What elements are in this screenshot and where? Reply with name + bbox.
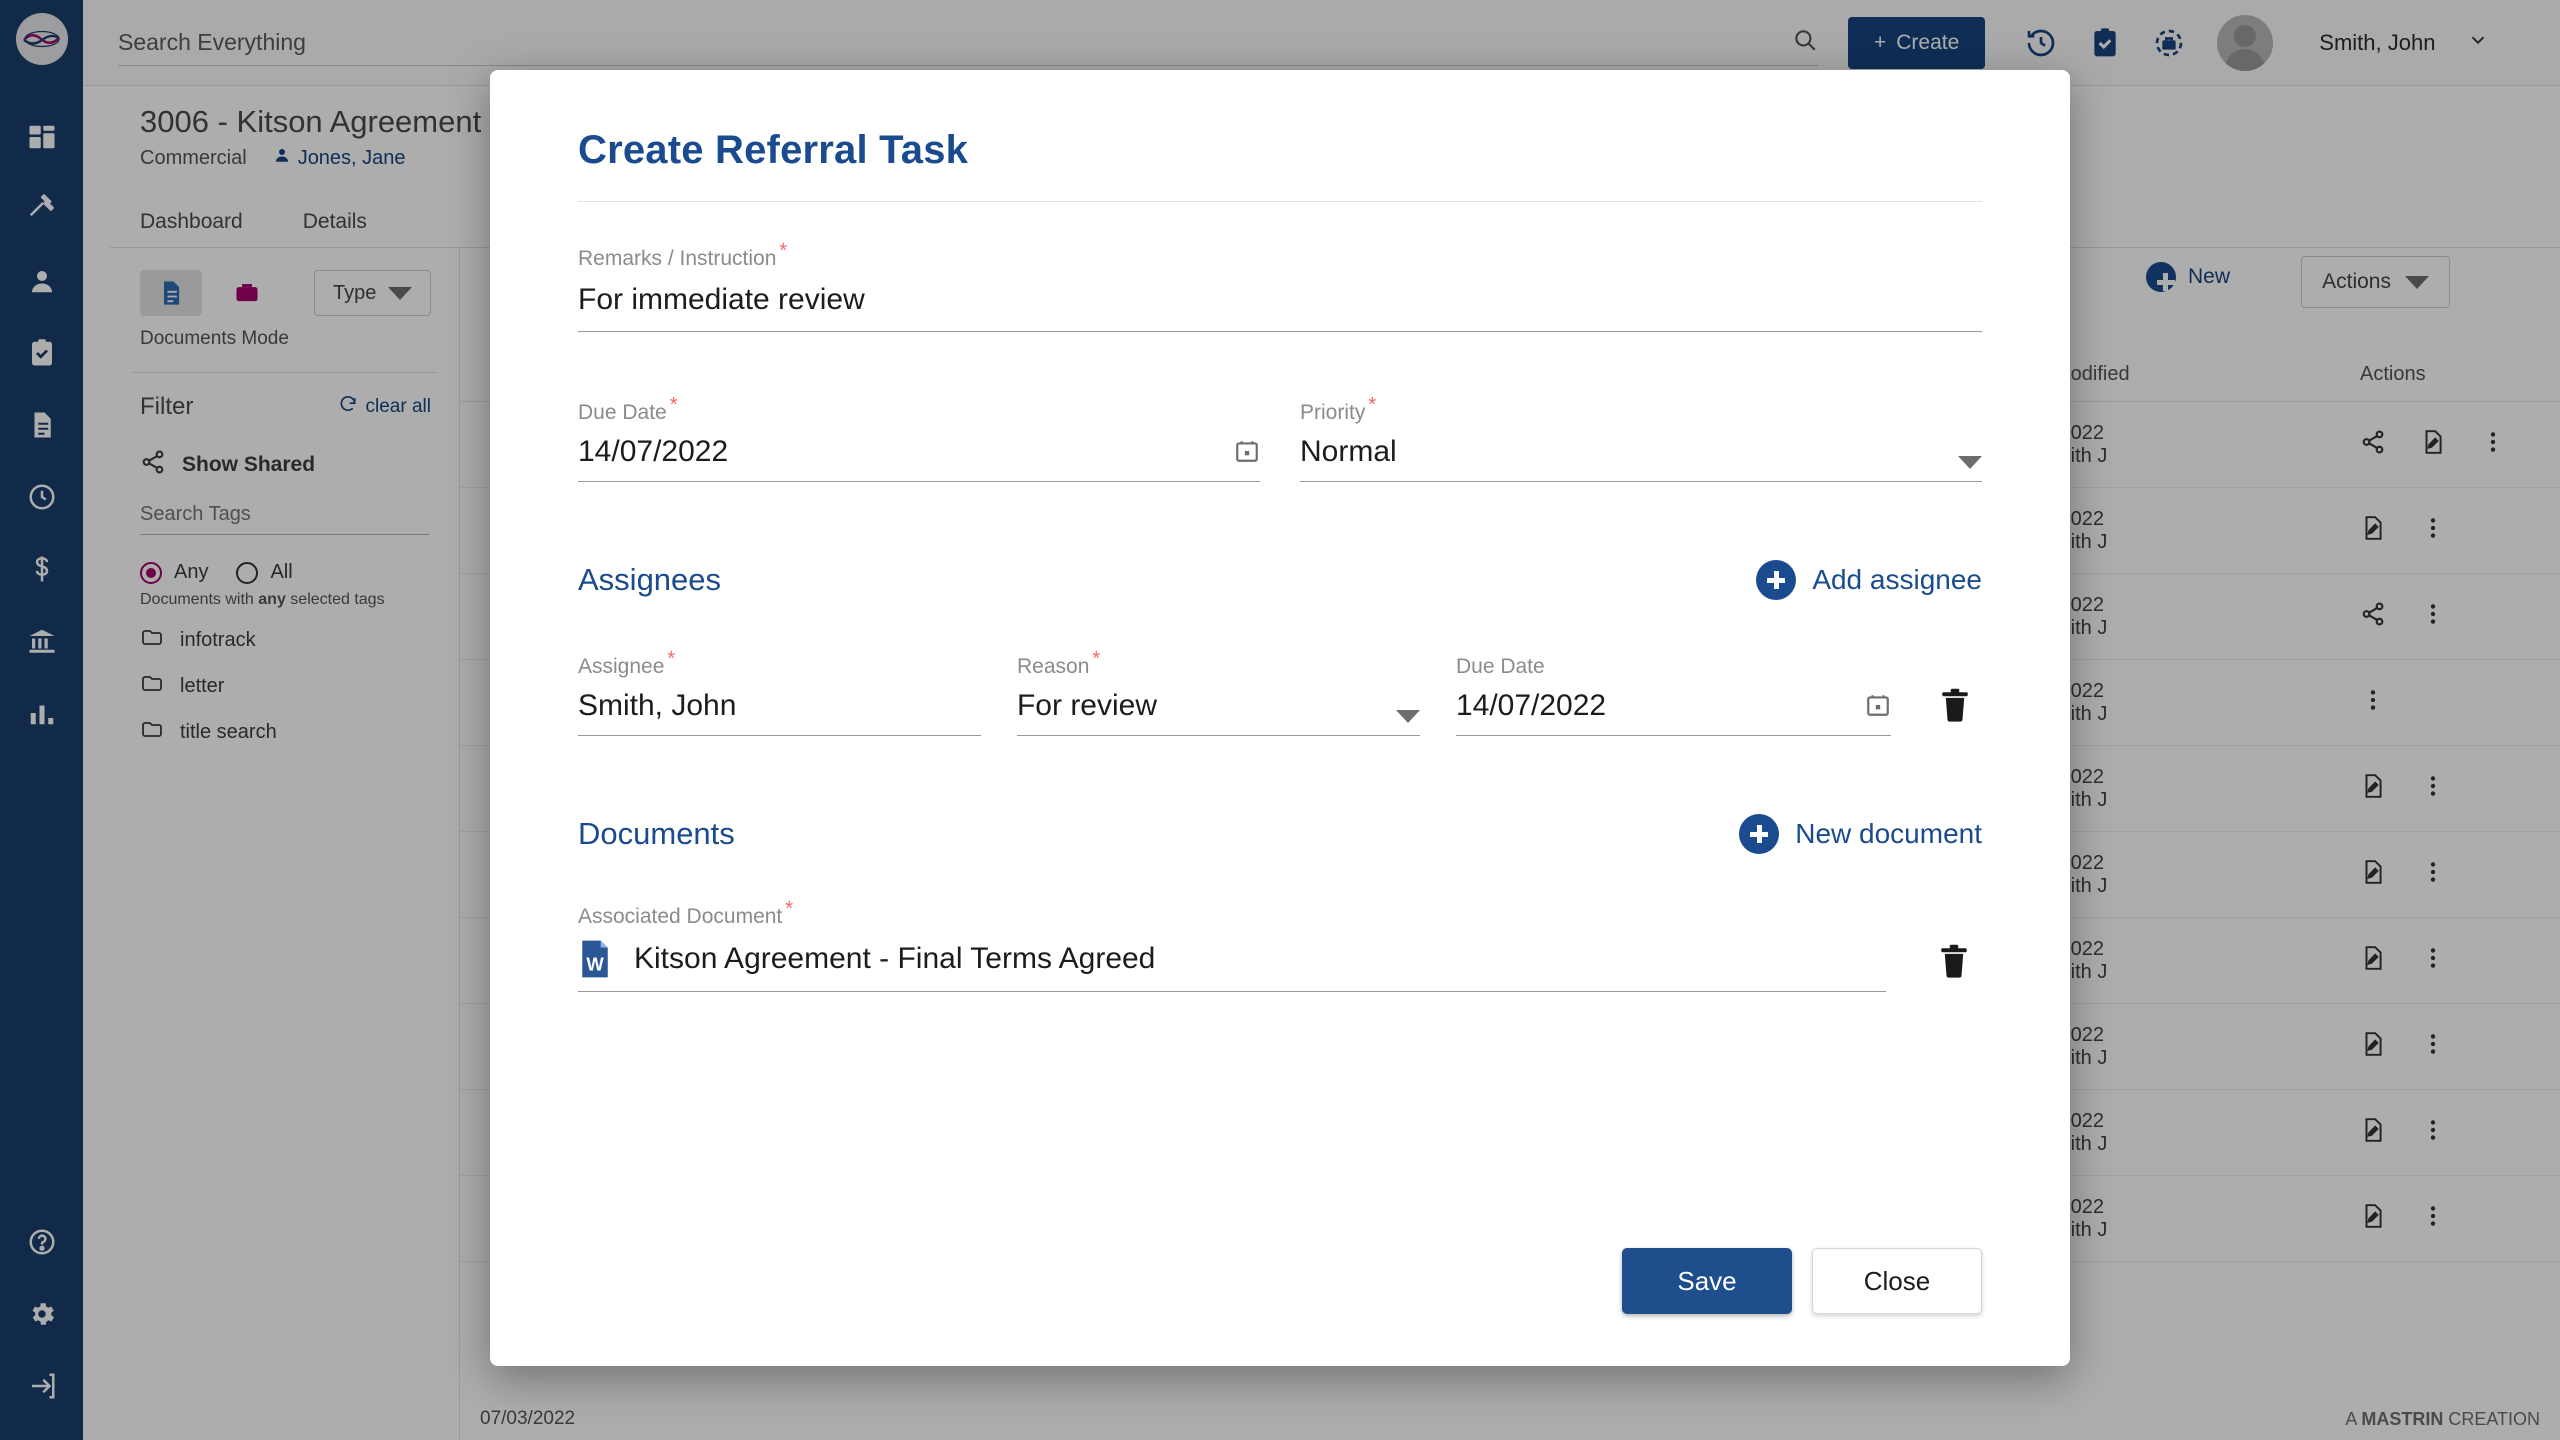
- assignee-due-date-input[interactable]: 14/07/2022: [1455, 689, 1892, 736]
- assignee-value: Smith, John: [578, 689, 737, 722]
- required-marker: *: [1368, 394, 1377, 416]
- remarks-field[interactable]: Remarks / Instruction * For immediate rev…: [578, 240, 1982, 332]
- priority-label: Priority *: [1300, 394, 1982, 425]
- required-marker: *: [785, 898, 794, 920]
- reason-field[interactable]: Reason * For review: [1016, 648, 1420, 736]
- create-referral-task-dialog: Create Referral Task Remarks / Instructi…: [490, 70, 2070, 1366]
- remarks-value[interactable]: For immediate review: [578, 283, 1982, 332]
- word-document-icon: W: [578, 939, 612, 979]
- due-date-priority-row: Due Date * 14/07/2022 Priority * Normal: [578, 394, 1982, 482]
- calendar-icon[interactable]: [1234, 438, 1260, 469]
- calendar-icon[interactable]: [1865, 692, 1891, 723]
- remarks-label-text: Remarks / Instruction: [578, 247, 777, 270]
- documents-section-header: Documents New document: [578, 814, 1982, 854]
- required-marker: *: [779, 240, 788, 262]
- plus-icon: [1739, 814, 1780, 854]
- chevron-down-icon[interactable]: [1395, 710, 1420, 723]
- add-assignee-label: Add assignee: [1812, 564, 1982, 595]
- required-marker: *: [669, 394, 678, 416]
- associated-document-value: Kitson Agreement - Final Terms Agreed: [634, 942, 1156, 975]
- assignee-field[interactable]: Assignee * Smith, John: [578, 648, 981, 736]
- due-date-input[interactable]: 14/07/2022: [578, 435, 1260, 482]
- remarks-label: Remarks / Instruction *: [578, 240, 1982, 271]
- add-assignee-button[interactable]: Add assignee: [1756, 560, 1982, 600]
- dialog-footer: Save Close: [578, 1248, 1982, 1366]
- assignee-row: Assignee * Smith, John Reason * For review…: [578, 648, 1982, 736]
- associated-document-input[interactable]: W Kitson Agreement - Final Terms Agreed: [578, 939, 1886, 992]
- due-date-field[interactable]: Due Date * 14/07/2022: [578, 394, 1260, 482]
- assignee-input[interactable]: Smith, John: [578, 689, 981, 736]
- chevron-down-icon[interactable]: [1958, 456, 1982, 469]
- priority-value: Normal: [1300, 435, 1397, 468]
- priority-label-text: Priority: [1300, 401, 1366, 424]
- delete-document-button[interactable]: [1926, 942, 1982, 992]
- new-document-button[interactable]: New document: [1739, 814, 1982, 854]
- assignee-due-date-value: 14/07/2022: [1455, 689, 1607, 722]
- required-marker: *: [667, 648, 676, 670]
- due-date-label: Due Date *: [578, 394, 1260, 425]
- priority-select[interactable]: Normal: [1300, 435, 1982, 482]
- assignee-label-text: Assignee: [578, 655, 665, 678]
- reason-label: Reason *: [1017, 648, 1420, 679]
- associated-document-field[interactable]: Associated Document * W Kitson Agreement …: [578, 898, 1886, 992]
- close-button[interactable]: Close: [1812, 1248, 1982, 1314]
- reason-value: For review: [1016, 689, 1158, 722]
- new-document-label: New document: [1795, 818, 1982, 849]
- due-date-value: 14/07/2022: [578, 435, 729, 468]
- svg-text:W: W: [586, 953, 604, 974]
- due-date-label-text: Due Date: [578, 401, 667, 424]
- required-marker: *: [1092, 648, 1101, 670]
- assignee-label: Assignee *: [578, 648, 981, 679]
- assignee-due-date-label: Due Date: [1455, 655, 1545, 678]
- associated-document-label: Associated Document *: [578, 898, 1886, 929]
- assignee-due-date-field[interactable]: Due Date 14/07/2022: [1455, 655, 1892, 736]
- associated-document-label-text: Associated Document: [578, 905, 783, 928]
- document-row: Associated Document * W Kitson Agreement …: [578, 898, 1982, 992]
- assignees-section-title: Assignees: [578, 562, 722, 597]
- delete-assignee-button[interactable]: [1927, 686, 1982, 736]
- dialog-title: Create Referral Task: [578, 128, 969, 172]
- plus-icon: [1756, 560, 1797, 600]
- title-divider: [578, 201, 1982, 202]
- priority-field[interactable]: Priority * Normal: [1300, 394, 1982, 482]
- reason-label-text: Reason: [1016, 655, 1090, 678]
- save-button[interactable]: Save: [1622, 1248, 1792, 1314]
- assignees-section-header: Assignees Add assignee: [578, 560, 1982, 600]
- documents-section-title: Documents: [578, 816, 735, 851]
- reason-select[interactable]: For review: [1016, 689, 1420, 736]
